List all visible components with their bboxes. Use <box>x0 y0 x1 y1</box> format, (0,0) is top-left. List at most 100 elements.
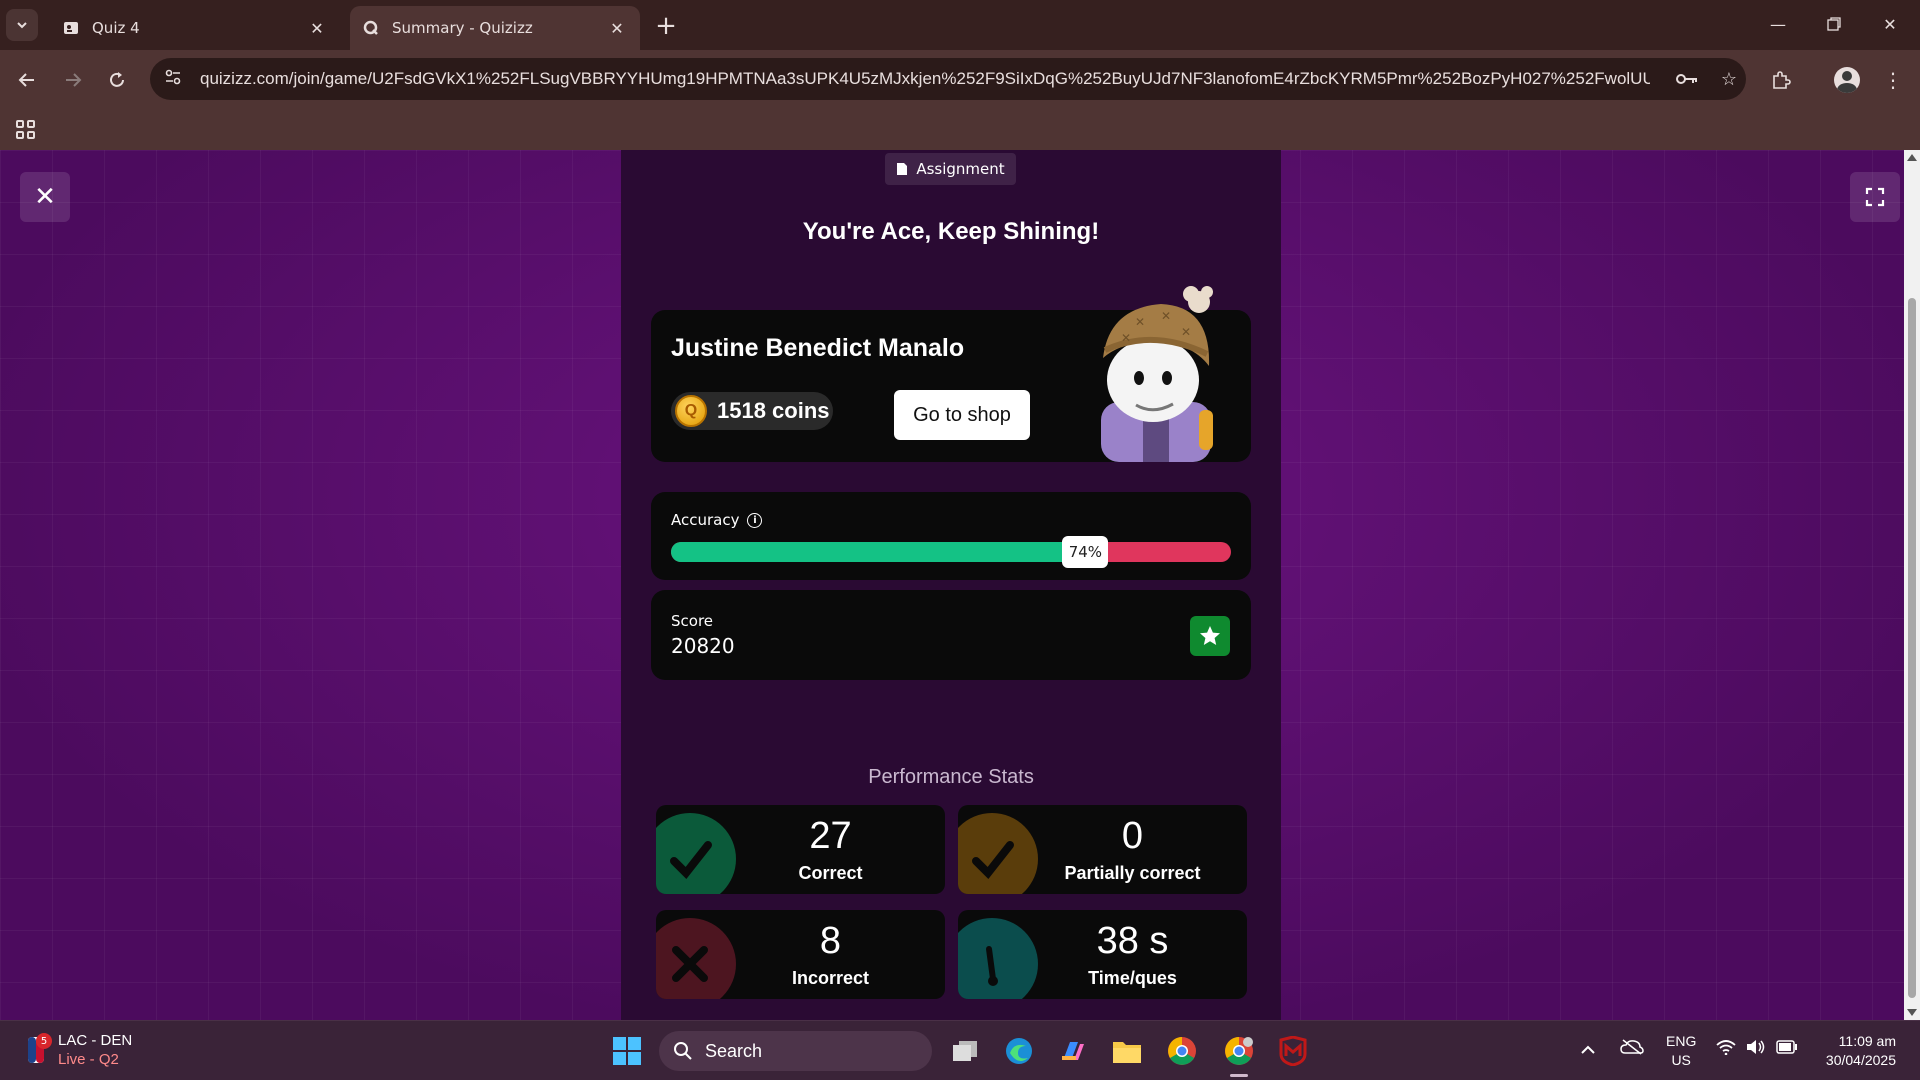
accuracy-percent: 74% <box>1062 536 1109 568</box>
chrome-profile-icon[interactable] <box>1220 1032 1258 1070</box>
nba-icon: 5 <box>26 1033 52 1065</box>
star-icon <box>1190 616 1230 656</box>
clock-date: 30/04/2025 <box>1825 1052 1896 1068</box>
extensions-icon[interactable] <box>1764 63 1798 97</box>
site-info-icon[interactable] <box>164 68 188 90</box>
stat-label: Incorrect <box>791 968 870 988</box>
sports-widget[interactable]: 5 LAC - DEN Live - Q2 <box>26 1031 132 1069</box>
coins-badge: Q 1518 coins <box>671 392 833 430</box>
scroll-up-icon[interactable] <box>1907 154 1917 161</box>
stat-label: Correct <box>798 863 863 883</box>
forward-icon[interactable] <box>56 63 90 97</box>
password-key-icon[interactable] <box>1674 66 1700 92</box>
stat-value: 38 s <box>1096 920 1169 962</box>
performance-stats-title: Performance Stats <box>868 766 1034 788</box>
svg-text:✕: ✕ <box>1181 325 1191 339</box>
restore-icon[interactable] <box>1814 8 1854 40</box>
scrollbar-thumb[interactable] <box>1908 298 1916 998</box>
form-icon <box>62 19 80 37</box>
volume-icon[interactable] <box>1746 1039 1766 1058</box>
mcafee-icon[interactable] <box>1274 1032 1312 1070</box>
battery-icon[interactable] <box>1776 1040 1798 1057</box>
info-icon[interactable]: i <box>747 512 763 528</box>
close-tab-icon[interactable]: ✕ <box>606 17 628 39</box>
edge-icon[interactable] <box>1000 1032 1038 1070</box>
language-code: ENG <box>1666 1033 1697 1049</box>
windows-start-icon[interactable] <box>608 1032 646 1070</box>
check-icon <box>670 841 712 880</box>
fullscreen-icon <box>1865 187 1885 207</box>
svg-text:✕: ✕ <box>1161 309 1171 323</box>
bookmark-bar <box>0 108 1920 150</box>
tab-summary-quizizz[interactable]: Summary - Quizizz ✕ <box>350 6 640 50</box>
keyboard-layout: US <box>1671 1052 1691 1068</box>
widget-subtitle: Live - Q2 <box>58 1051 119 1068</box>
taskbar-search[interactable]: Search <box>659 1031 932 1071</box>
tab-list-button[interactable] <box>6 9 38 41</box>
notification-badge: 5 <box>36 1033 52 1049</box>
back-icon[interactable] <box>10 63 44 97</box>
profile-avatar[interactable] <box>1830 63 1864 97</box>
fullscreen-button[interactable] <box>1850 172 1900 222</box>
onedrive-offline-icon[interactable] <box>1620 1039 1644 1058</box>
stat-time-per-question: 38 s Time/ques <box>958 910 1247 999</box>
clock[interactable]: 11:09 am 30/04/2025 <box>1816 1032 1896 1070</box>
go-to-shop-button[interactable]: Go to shop <box>894 390 1030 440</box>
accuracy-card: Accuracy i 74% <box>651 492 1251 580</box>
tab-title: Quiz 4 <box>92 19 140 37</box>
accuracy-bar <box>671 542 1231 562</box>
browser-tab-bar: Quiz 4 ✕ Summary - Quizizz ✕ + — ✕ <box>0 0 1920 50</box>
stat-label: Partially correct <box>1064 863 1201 883</box>
stat-correct: 27 Correct <box>656 805 945 894</box>
page-viewport: ✕ Assignment You're Ace, Keep Shining! J… <box>0 150 1904 1020</box>
widget-title: LAC - DEN <box>58 1032 133 1049</box>
assignment-label: Assignment <box>916 160 1005 178</box>
copilot-icon[interactable] <box>1054 1032 1092 1070</box>
new-tab-button[interactable]: + <box>652 11 680 41</box>
profile-card: Justine Benedict Manalo Q 1518 coins Go … <box>651 286 1251 462</box>
stopwatch-icon <box>986 946 998 986</box>
wifi-icon[interactable] <box>1716 1039 1736 1058</box>
stat-value: 27 <box>809 815 852 857</box>
coins-count: 1518 coins <box>717 398 830 423</box>
show-hidden-icons[interactable] <box>1580 1041 1596 1057</box>
accuracy-fill <box>671 542 1086 562</box>
reload-icon[interactable] <box>100 63 134 97</box>
stat-value: 0 <box>1121 815 1144 857</box>
tab-title: Summary - Quizizz <box>392 19 533 37</box>
chrome-icon[interactable] <box>1163 1032 1201 1070</box>
stat-partially-correct: 0 Partially correct <box>958 805 1247 894</box>
svg-text:✕: ✕ <box>1135 315 1145 329</box>
file-explorer-icon[interactable] <box>1108 1032 1146 1070</box>
windows-taskbar: 5 LAC - DEN Live - Q2 Search ENG US 11:0… <box>0 1020 1920 1080</box>
coin-icon: Q <box>675 395 707 427</box>
quizizz-icon <box>362 19 380 37</box>
close-summary-button[interactable]: ✕ <box>20 172 70 222</box>
search-label: Search <box>705 1040 763 1061</box>
active-app-indicator <box>1230 1074 1248 1077</box>
bookmark-star-icon[interactable]: ☆ <box>1716 66 1742 92</box>
score-value: 20820 <box>671 634 735 658</box>
stat-incorrect: 8 Incorrect <box>656 910 945 999</box>
apps-grid-icon[interactable] <box>12 116 38 142</box>
browser-toolbar: quizizz.com/join/game/U2FsdGVkX1%252FLSu… <box>0 50 1920 108</box>
page-title: You're Ace, Keep Shining! <box>802 218 1100 245</box>
task-view-icon[interactable] <box>946 1032 984 1070</box>
stat-label: Time/ques <box>1088 968 1177 988</box>
page-scrollbar[interactable] <box>1904 150 1920 1020</box>
clock-time: 11:09 am <box>1838 1033 1896 1049</box>
accuracy-label-row: Accuracy i <box>671 511 763 529</box>
stat-value: 8 <box>819 920 842 962</box>
accuracy-label: Accuracy <box>671 511 740 529</box>
language-indicator[interactable]: ENG US <box>1666 1032 1696 1070</box>
close-tab-icon[interactable]: ✕ <box>306 17 328 39</box>
tab-quiz-4[interactable]: Quiz 4 ✕ <box>50 6 340 50</box>
address-bar[interactable]: quizizz.com/join/game/U2FsdGVkX1%252FLSu… <box>150 58 1746 100</box>
more-menu-icon[interactable]: ⋮ <box>1876 63 1910 97</box>
close-window-icon[interactable]: ✕ <box>1870 8 1910 40</box>
chevron-down-icon <box>17 22 27 29</box>
minimize-icon[interactable]: — <box>1758 8 1798 40</box>
scroll-down-icon[interactable] <box>1907 1009 1917 1016</box>
player-name: Justine Benedict Manalo <box>671 334 965 362</box>
svg-text:✕: ✕ <box>1121 331 1131 345</box>
